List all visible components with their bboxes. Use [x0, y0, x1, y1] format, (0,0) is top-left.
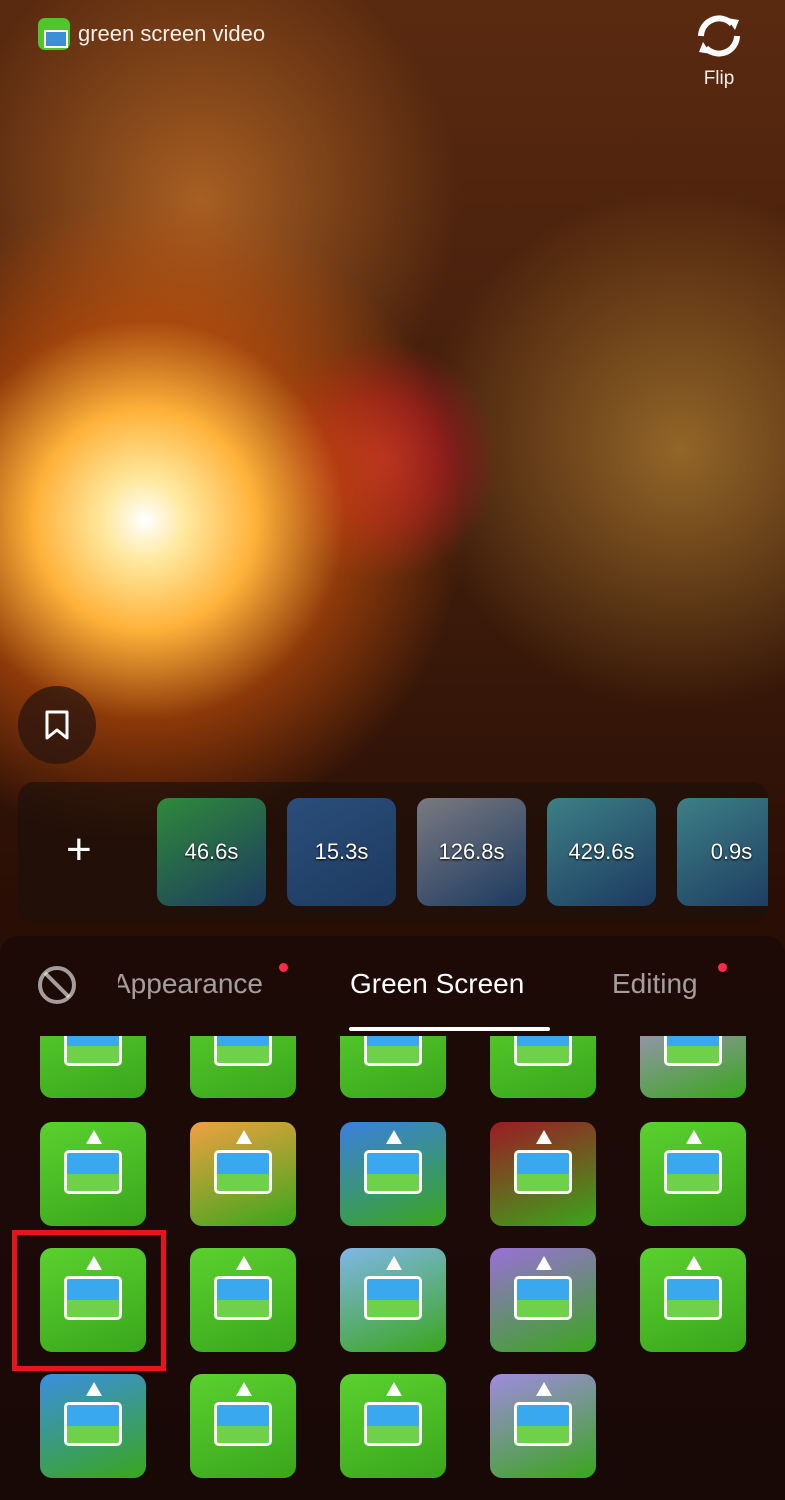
effect-multi-frame-wave[interactable] [640, 1122, 746, 1226]
media-clip[interactable]: 429.6s [547, 798, 656, 906]
photo-icon [514, 1276, 572, 1320]
green-screen-video-icon [38, 18, 70, 50]
favorite-button[interactable] [18, 686, 96, 764]
add-media-button[interactable]: + [66, 828, 92, 872]
photo-icon [64, 1402, 122, 1446]
effect-green-screen-face-shape[interactable] [40, 1122, 146, 1226]
photo-icon [364, 1276, 422, 1320]
effect-heart-photo[interactable] [490, 1374, 596, 1478]
media-clip[interactable]: 126.8s [417, 798, 526, 906]
clip-duration: 46.6s [184, 839, 239, 864]
photo-icon [64, 1150, 122, 1194]
no-effect-icon[interactable] [36, 964, 78, 1006]
media-clip[interactable]: 0.9s [677, 798, 768, 906]
photo-icon [364, 1402, 422, 1446]
media-clip[interactable]: 46.6s [157, 798, 266, 906]
effect-name: green screen video [78, 21, 266, 46]
upload-arrow-icon [536, 1256, 552, 1270]
active-tab-indicator [349, 1027, 550, 1031]
effect-red-frame[interactable] [490, 1122, 596, 1226]
clip-duration: 0.9s [710, 839, 753, 864]
new-indicator [279, 963, 288, 972]
photo-icon [514, 1150, 572, 1194]
flip-label: Flip [703, 68, 735, 89]
effect-wave-silhouette[interactable] [340, 1122, 446, 1226]
clip-duration: 15.3s [314, 839, 369, 864]
effect-video-stack[interactable] [190, 1122, 296, 1226]
upload-arrow-icon [236, 1382, 252, 1396]
effect-raise-hand-photo[interactable] [40, 1374, 146, 1478]
upload-arrow-icon [386, 1382, 402, 1396]
effect-photo-tilt-down[interactable] [190, 1248, 296, 1352]
tab-editing[interactable]: Editing [612, 968, 698, 1000]
upload-arrow-icon [536, 1382, 552, 1396]
upload-arrow-icon [686, 1256, 702, 1270]
photo-icon [664, 1150, 722, 1194]
media-clip[interactable]: 15.3s [287, 798, 396, 906]
upload-arrow-icon [236, 1256, 252, 1270]
effect-thought-bubble-video[interactable] [640, 1248, 746, 1352]
upload-arrow-icon [86, 1130, 102, 1144]
photo-icon [214, 1402, 272, 1446]
photo-icon [214, 1276, 272, 1320]
photo-icon [664, 1276, 722, 1320]
tab-appearance[interactable]: Appearance [118, 968, 263, 1000]
upload-arrow-icon [536, 1130, 552, 1144]
flip-camera-icon [698, 15, 740, 57]
upload-arrow-icon [236, 1130, 252, 1144]
photo-icon [514, 1402, 572, 1446]
bookmark-icon [45, 710, 69, 740]
effect-multi-upload[interactable] [340, 1374, 446, 1478]
upload-arrow-icon [386, 1256, 402, 1270]
clip-duration: 429.6s [568, 839, 635, 864]
upload-arrow-icon [86, 1382, 102, 1396]
upload-arrow-icon [686, 1130, 702, 1144]
flip-button[interactable]: Flip [687, 8, 751, 90]
selected-highlight [12, 1230, 166, 1371]
upload-arrow-icon [386, 1130, 402, 1144]
effect-smiley-photo[interactable] [190, 1374, 296, 1478]
media-tray: + 46.6s 15.3s 126.8s 429.6s 0.9s [18, 782, 768, 922]
tab-green-screen[interactable]: Green Screen [350, 968, 524, 1000]
new-indicator [718, 963, 727, 972]
clip-duration: 126.8s [438, 839, 505, 864]
photo-icon [214, 1150, 272, 1194]
current-effect[interactable]: green screen video [38, 18, 265, 50]
effect-peace-sign-video[interactable] [340, 1248, 446, 1352]
effect-eyes-photo[interactable] [490, 1248, 596, 1352]
photo-icon [364, 1150, 422, 1194]
